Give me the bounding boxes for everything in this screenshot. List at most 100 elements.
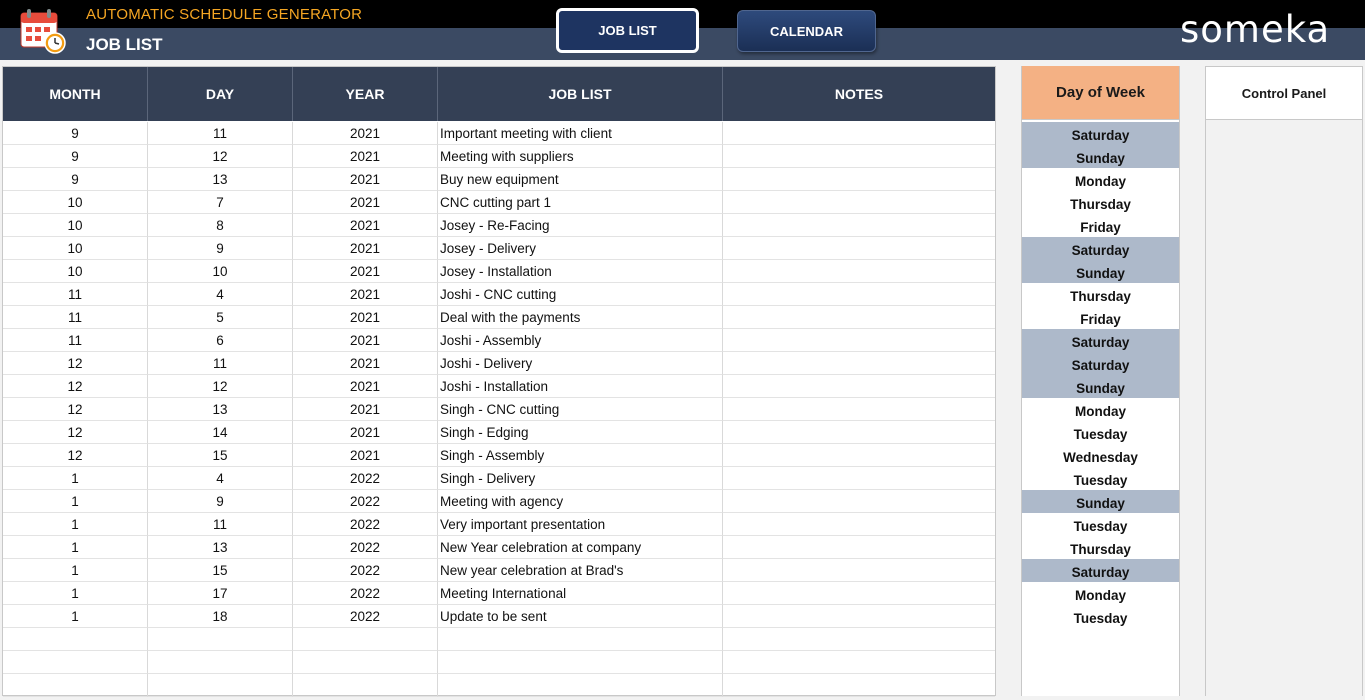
cell-year[interactable]: 2022: [293, 582, 438, 605]
cell-day[interactable]: [148, 628, 293, 651]
cell-year[interactable]: 2022: [293, 467, 438, 490]
cell-year[interactable]: [293, 628, 438, 651]
cell-month[interactable]: 1: [3, 467, 148, 490]
cell-month[interactable]: 10: [3, 191, 148, 214]
cell-job[interactable]: New year celebration at Brad's: [438, 559, 723, 582]
cell-job[interactable]: Joshi - Installation: [438, 375, 723, 398]
column-header-notes[interactable]: NOTES: [723, 67, 995, 121]
control-panel-header[interactable]: Control Panel: [1206, 66, 1362, 120]
cell-year[interactable]: 2021: [293, 283, 438, 306]
cell-notes[interactable]: [723, 628, 995, 651]
cell-year[interactable]: 2021: [293, 444, 438, 467]
cell-notes[interactable]: [723, 582, 995, 605]
calendar-button[interactable]: CALENDAR: [737, 10, 876, 52]
job-list-button[interactable]: JOB LIST: [556, 8, 699, 53]
cell-day[interactable]: 13: [148, 536, 293, 559]
cell-job[interactable]: CNC cutting part 1: [438, 191, 723, 214]
cell-day[interactable]: 15: [148, 559, 293, 582]
cell-job[interactable]: Singh - CNC cutting: [438, 398, 723, 421]
cell-notes[interactable]: [723, 352, 995, 375]
cell-notes[interactable]: [723, 605, 995, 628]
cell-job[interactable]: Joshi - CNC cutting: [438, 283, 723, 306]
cell-notes[interactable]: [723, 191, 995, 214]
cell-month[interactable]: 11: [3, 306, 148, 329]
cell-month[interactable]: [3, 674, 148, 697]
cell-year[interactable]: 2021: [293, 375, 438, 398]
cell-day[interactable]: 7: [148, 191, 293, 214]
cell-notes[interactable]: [723, 398, 995, 421]
cell-day[interactable]: 11: [148, 122, 293, 145]
cell-month[interactable]: 1: [3, 605, 148, 628]
cell-month[interactable]: 12: [3, 375, 148, 398]
cell-job[interactable]: New Year celebration at company: [438, 536, 723, 559]
cell-day[interactable]: [148, 674, 293, 697]
cell-job[interactable]: Singh - Delivery: [438, 467, 723, 490]
cell-job[interactable]: Meeting International: [438, 582, 723, 605]
cell-job[interactable]: [438, 674, 723, 697]
cell-month[interactable]: 1: [3, 536, 148, 559]
cell-job[interactable]: Deal with the payments: [438, 306, 723, 329]
column-header-year[interactable]: YEAR: [293, 67, 438, 121]
cell-notes[interactable]: [723, 145, 995, 168]
cell-year[interactable]: 2021: [293, 306, 438, 329]
cell-month[interactable]: 12: [3, 398, 148, 421]
cell-job[interactable]: Joshi - Delivery: [438, 352, 723, 375]
cell-day[interactable]: 11: [148, 513, 293, 536]
cell-day[interactable]: 4: [148, 467, 293, 490]
cell-notes[interactable]: [723, 283, 995, 306]
cell-month[interactable]: 1: [3, 582, 148, 605]
cell-year[interactable]: 2022: [293, 513, 438, 536]
cell-notes[interactable]: [723, 490, 995, 513]
cell-job[interactable]: Update to be sent: [438, 605, 723, 628]
cell-day[interactable]: 12: [148, 145, 293, 168]
cell-year[interactable]: 2021: [293, 145, 438, 168]
cell-month[interactable]: 9: [3, 122, 148, 145]
cell-notes[interactable]: [723, 122, 995, 145]
cell-notes[interactable]: [723, 260, 995, 283]
cell-year[interactable]: 2021: [293, 191, 438, 214]
cell-month[interactable]: 11: [3, 329, 148, 352]
cell-month[interactable]: 1: [3, 559, 148, 582]
cell-day[interactable]: 8: [148, 214, 293, 237]
cell-day[interactable]: 18: [148, 605, 293, 628]
cell-day[interactable]: 10: [148, 260, 293, 283]
cell-year[interactable]: 2021: [293, 122, 438, 145]
cell-job[interactable]: Josey - Installation: [438, 260, 723, 283]
cell-month[interactable]: 10: [3, 214, 148, 237]
cell-day[interactable]: 9: [148, 490, 293, 513]
cell-year[interactable]: 2022: [293, 490, 438, 513]
cell-month[interactable]: 12: [3, 421, 148, 444]
cell-month[interactable]: 12: [3, 352, 148, 375]
cell-month[interactable]: 12: [3, 444, 148, 467]
cell-notes[interactable]: [723, 214, 995, 237]
cell-year[interactable]: 2021: [293, 168, 438, 191]
cell-job[interactable]: Joshi - Assembly: [438, 329, 723, 352]
cell-year[interactable]: 2021: [293, 352, 438, 375]
cell-job[interactable]: Josey - Re-Facing: [438, 214, 723, 237]
cell-notes[interactable]: [723, 329, 995, 352]
cell-day[interactable]: 13: [148, 398, 293, 421]
cell-job[interactable]: Josey - Delivery: [438, 237, 723, 260]
cell-year[interactable]: [293, 674, 438, 697]
cell-day[interactable]: 17: [148, 582, 293, 605]
cell-day[interactable]: 14: [148, 421, 293, 444]
cell-year[interactable]: 2021: [293, 329, 438, 352]
cell-job[interactable]: Buy new equipment: [438, 168, 723, 191]
cell-job[interactable]: Singh - Edging: [438, 421, 723, 444]
cell-year[interactable]: 2022: [293, 605, 438, 628]
cell-notes[interactable]: [723, 513, 995, 536]
cell-year[interactable]: 2021: [293, 237, 438, 260]
cell-day[interactable]: 5: [148, 306, 293, 329]
cell-day[interactable]: 13: [148, 168, 293, 191]
cell-year[interactable]: [293, 651, 438, 674]
column-header-job-list[interactable]: JOB LIST: [438, 67, 723, 121]
cell-notes[interactable]: [723, 444, 995, 467]
cell-month[interactable]: 10: [3, 260, 148, 283]
cell-year[interactable]: 2022: [293, 536, 438, 559]
cell-day[interactable]: 9: [148, 237, 293, 260]
cell-month[interactable]: 1: [3, 513, 148, 536]
cell-month[interactable]: 9: [3, 168, 148, 191]
cell-month[interactable]: 1: [3, 490, 148, 513]
cell-notes[interactable]: [723, 421, 995, 444]
cell-job[interactable]: [438, 628, 723, 651]
